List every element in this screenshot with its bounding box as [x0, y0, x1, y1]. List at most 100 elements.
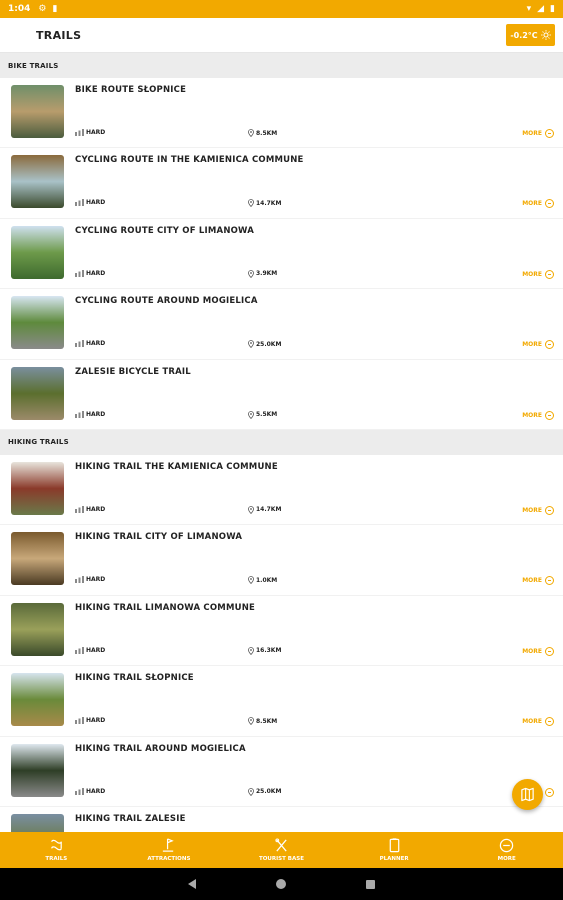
nav-item-tourist-base[interactable]: TOURIST BASE: [225, 832, 338, 868]
difficulty-icon: [75, 410, 84, 418]
trails-icon: [51, 839, 62, 851]
trail-name: CYCLING ROUTE CITY OF LIMANOWA: [75, 225, 255, 236]
more-button[interactable]: MORE: [522, 717, 554, 727]
difficulty-label: HARD: [86, 576, 106, 584]
more-label: MORE: [522, 411, 542, 419]
nav-label: ATTRACTIONS: [147, 856, 191, 862]
trail-thumbnail: [11, 532, 64, 586]
difficulty-icon: [75, 340, 84, 348]
trail-card[interactable]: ZALESIE BICYCLE TRAIL HARD 5.5KM MORE: [0, 359, 563, 430]
more-button[interactable]: MORE: [522, 646, 554, 656]
difficulty-icon: [75, 646, 84, 654]
trail-name: CYCLING ROUTE IN THE KAMIENICA COMMUNE: [75, 155, 304, 166]
section-header: BIKE TRAILS: [0, 53, 563, 78]
nav-label: PLANNER: [379, 856, 409, 862]
more-label: MORE: [522, 718, 542, 726]
trail-distance: 16.3KM: [248, 646, 281, 655]
more-label: MORE: [522, 647, 542, 655]
arrow-circle-icon: [545, 129, 554, 138]
app-bar: TRAILS -0.2°C: [0, 18, 563, 53]
trail-name: HIKING TRAIL SŁOPNICE: [75, 673, 194, 684]
location-pin-icon: [248, 787, 254, 796]
arrow-circle-icon: [545, 787, 554, 797]
trail-card[interactable]: CYCLING ROUTE AROUND MOGIELICA HARD 25.0KM…: [0, 289, 563, 360]
trail-card[interactable]: CYCLING ROUTE IN THE KAMIENICA COMMUNE HA…: [0, 148, 563, 219]
difficulty-icon: [75, 505, 84, 513]
nav-label: TRAILS: [45, 856, 68, 862]
difficulty-label: HARD: [86, 717, 106, 725]
trail-difficulty: HARD: [75, 505, 105, 513]
trail-card[interactable]: HIKING TRAIL CITY OF LIMANOWA HARD 1.0KM MO…: [0, 525, 563, 596]
trail-name: ZALESIE BICYCLE TRAIL: [75, 366, 191, 377]
trail-distance: 8.5KM: [248, 717, 278, 726]
trail-card[interactable]: HIKING TRAIL THE KAMIENICA COMMUNE HARD 14…: [0, 454, 563, 526]
tourist-base-icon: [275, 838, 287, 852]
trail-difficulty: HARD: [75, 410, 105, 418]
trails-list[interactable]: BIKE TRAILS BIKE ROUTE SŁOPNICE HARD 8.5KM M…: [0, 53, 563, 832]
more-button[interactable]: MORE: [522, 269, 554, 279]
trail-name: HIKING TRAIL LIMANOWA COMMUNE: [75, 602, 256, 613]
difficulty-icon: [75, 787, 84, 795]
nav-item-planner[interactable]: PLANNER: [338, 832, 451, 868]
trail-distance: 25.0KM: [248, 340, 282, 349]
home-icon[interactable]: [276, 879, 286, 889]
trail-difficulty: HARD: [75, 340, 105, 348]
trail-card[interactable]: HIKING TRAIL LIMANOWA COMMUNE HARD 16.3KM M…: [0, 595, 563, 667]
signal-icon: ◢: [537, 4, 545, 14]
weather-button[interactable]: -0.2°C: [506, 24, 555, 46]
trail-card[interactable]: BIKE ROUTE SŁOPNICE HARD 8.5KM MORE: [0, 78, 563, 149]
section-header: HIKING TRAILS: [0, 429, 563, 455]
more-button[interactable]: MORE: [522, 340, 554, 350]
more-button[interactable]: MORE: [522, 199, 554, 209]
difficulty-label: HARD: [86, 787, 106, 795]
trail-difficulty: HARD: [75, 576, 106, 584]
trail-distance: 14.7KM: [248, 506, 281, 514]
more-label: MORE: [522, 270, 542, 278]
trail-card[interactable]: HIKING TRAIL ZALESIEHARD: [0, 806, 563, 832]
nav-item-attractions[interactable]: ATTRACTIONS: [113, 832, 226, 868]
distance-label: 25.0KM: [256, 340, 282, 348]
more-button[interactable]: MORE: [522, 129, 554, 138]
attractions-icon: [163, 838, 175, 852]
nav-item-more[interactable]: MORE: [450, 832, 563, 868]
location-pin-icon: [248, 129, 254, 137]
location-pin-icon: [248, 717, 254, 726]
nav-label: MORE: [497, 856, 516, 862]
map-fab-button[interactable]: [512, 779, 543, 810]
trail-difficulty: HARD: [75, 787, 106, 795]
trail-distance: 5.5KM: [248, 410, 277, 419]
page-title: TRAILS: [36, 28, 82, 42]
trail-card[interactable]: CYCLING ROUTE CITY OF LIMANOWA HARD 3.9KM M…: [0, 218, 563, 290]
trail-name: HIKING TRAIL ZALESIE: [75, 813, 186, 824]
more-button[interactable]: MORE: [522, 576, 554, 586]
recents-icon[interactable]: [366, 879, 375, 889]
more-label: MORE: [522, 341, 542, 349]
trail-distance: 1.0KM: [248, 576, 277, 585]
trail-thumbnail: [11, 673, 64, 727]
temperature-label: -0.2°C: [510, 30, 538, 40]
distance-label: 25.0KM: [256, 788, 282, 796]
bottom-navigation: TRAILS ATTRACTIONS TOURIST BASE PLANNER MORE: [0, 832, 563, 868]
arrow-circle-icon: [545, 576, 554, 586]
trail-difficulty: HARD: [75, 199, 106, 207]
more-label: MORE: [522, 130, 542, 137]
distance-label: 8.5KM: [256, 717, 278, 725]
difficulty-label: HARD: [86, 199, 106, 207]
trail-name: HIKING TRAIL CITY OF LIMANOWA: [75, 532, 243, 543]
back-icon[interactable]: [188, 879, 196, 889]
distance-label: 3.9KM: [256, 270, 278, 278]
status-bar: 1:04 ⚙ ▮ ▾ ◢ ▮: [0, 0, 563, 18]
trail-card[interactable]: HIKING TRAIL SŁOPNICE HARD 8.5KM MORE: [0, 666, 563, 737]
trail-thumbnail: [11, 296, 64, 350]
distance-label: 14.7KM: [256, 506, 282, 514]
sd-card-status-icon: ▮: [52, 4, 58, 14]
more-button[interactable]: MORE: [522, 505, 554, 515]
trail-card[interactable]: HIKING TRAIL AROUND MOGIELICAHARD25.0KMM…: [0, 736, 563, 807]
more-button[interactable]: MORE: [522, 410, 554, 420]
difficulty-icon: [75, 269, 84, 277]
location-pin-icon: [248, 646, 254, 655]
arrow-circle-icon: [545, 340, 554, 350]
trail-difficulty: HARD: [75, 269, 105, 277]
difficulty-icon: [75, 717, 84, 725]
nav-item-trails[interactable]: TRAILS: [0, 832, 113, 868]
